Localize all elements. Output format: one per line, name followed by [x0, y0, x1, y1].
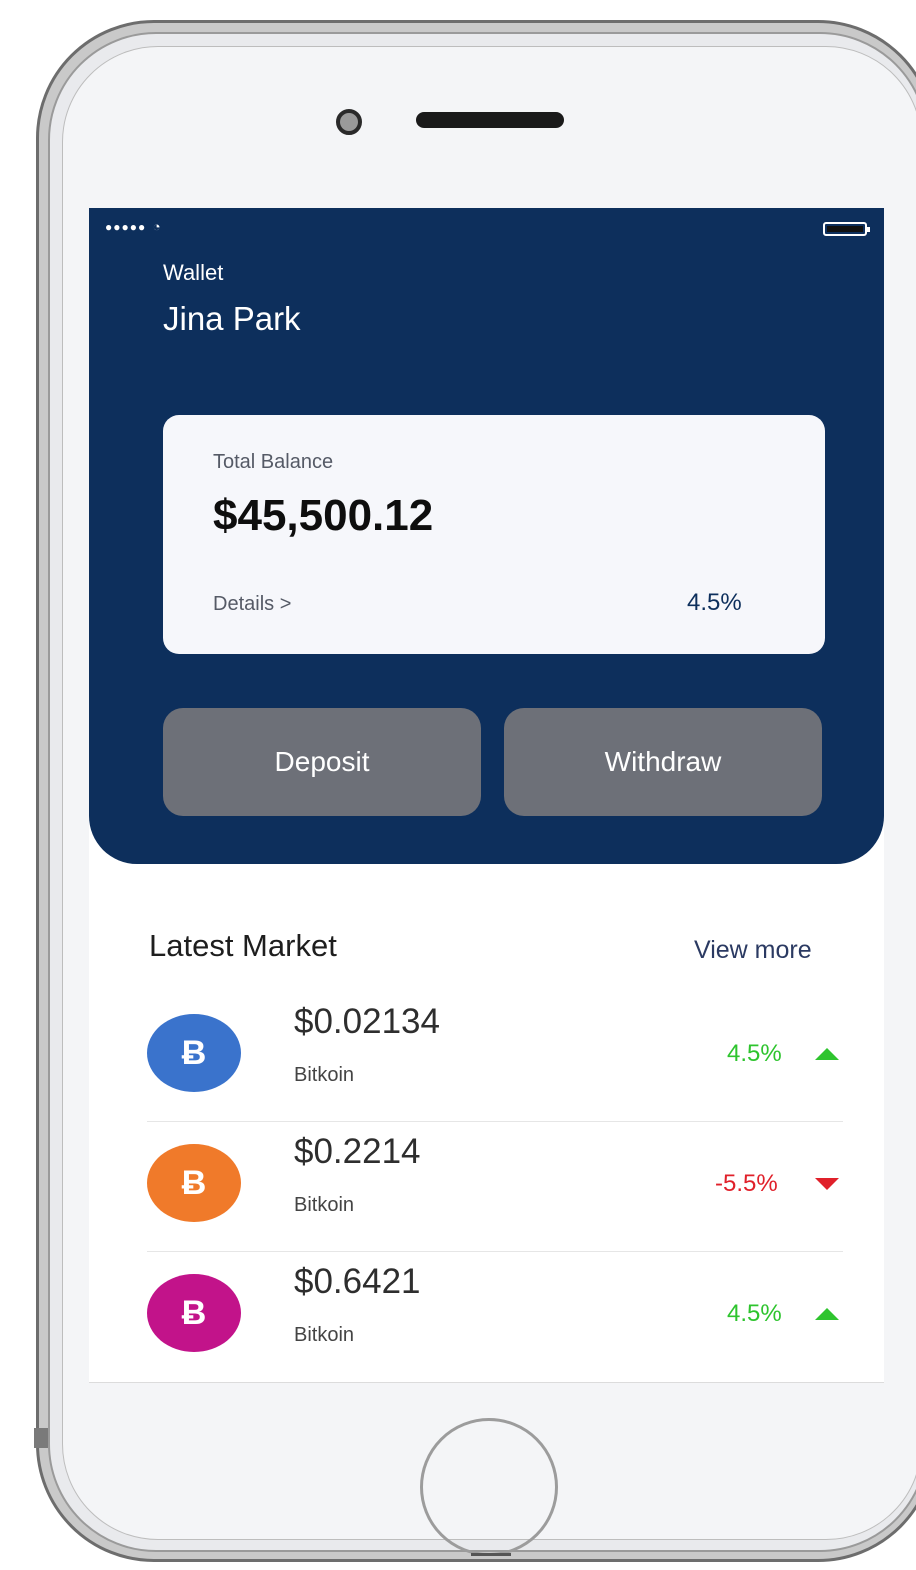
- balance-card: Total Balance $45,500.12 Details > 4.5%: [163, 415, 825, 654]
- details-link[interactable]: Details >: [213, 593, 291, 616]
- market-row[interactable]: Ƀ $0.2214 Bitkoin -5.5%: [147, 1122, 843, 1252]
- balance-change-percent: 4.5%: [687, 589, 742, 616]
- side-button: [34, 1428, 48, 1448]
- market-row[interactable]: Ƀ $0.02134 Bitkoin 4.5%: [147, 992, 843, 1122]
- user-name: Jina Park: [163, 300, 301, 337]
- coin-change: 4.5%: [727, 1300, 782, 1327]
- app-screen: ●●●●● ◔ Wallet Jina Park Total Balance $…: [89, 208, 884, 1383]
- total-balance-value: $45,500.12: [213, 491, 434, 540]
- wallet-header: ●●●●● ◔ Wallet Jina Park Total Balance $…: [89, 208, 884, 864]
- home-button[interactable]: [420, 1418, 558, 1556]
- coin-price: $0.02134: [294, 1002, 440, 1041]
- wallet-label: Wallet: [163, 260, 224, 285]
- market-row[interactable]: Ƀ $0.6421 Bitkoin 4.5%: [147, 1252, 843, 1382]
- coin-name: Bitkoin: [294, 1064, 355, 1086]
- signal-icon: ●●●●●: [105, 220, 147, 234]
- status-bar: ●●●●● ◔: [105, 218, 161, 236]
- withdraw-button[interactable]: Withdraw: [504, 708, 822, 816]
- coin-price: $0.2214: [294, 1132, 421, 1171]
- coin-name: Bitkoin: [294, 1194, 355, 1216]
- coin-price: $0.6421: [294, 1262, 421, 1301]
- trend-down-icon: [815, 1178, 839, 1190]
- deposit-button[interactable]: Deposit: [163, 708, 481, 816]
- coin-change: 4.5%: [727, 1040, 782, 1067]
- coin-change: -5.5%: [715, 1170, 778, 1197]
- wifi-icon: ◔: [152, 219, 161, 234]
- bitcoin-icon: Ƀ: [147, 1144, 241, 1222]
- latest-market-title: Latest Market: [149, 928, 337, 963]
- front-camera-icon: [336, 109, 362, 135]
- trend-up-icon: [815, 1048, 839, 1060]
- bitcoin-icon: Ƀ: [147, 1014, 241, 1092]
- view-more-link[interactable]: View more: [694, 936, 812, 965]
- battery-icon: [823, 222, 870, 236]
- bitcoin-icon: Ƀ: [147, 1274, 241, 1352]
- total-balance-label: Total Balance: [213, 451, 334, 473]
- speaker-icon: [416, 112, 564, 128]
- trend-up-icon: [815, 1308, 839, 1320]
- coin-name: Bitkoin: [294, 1324, 355, 1346]
